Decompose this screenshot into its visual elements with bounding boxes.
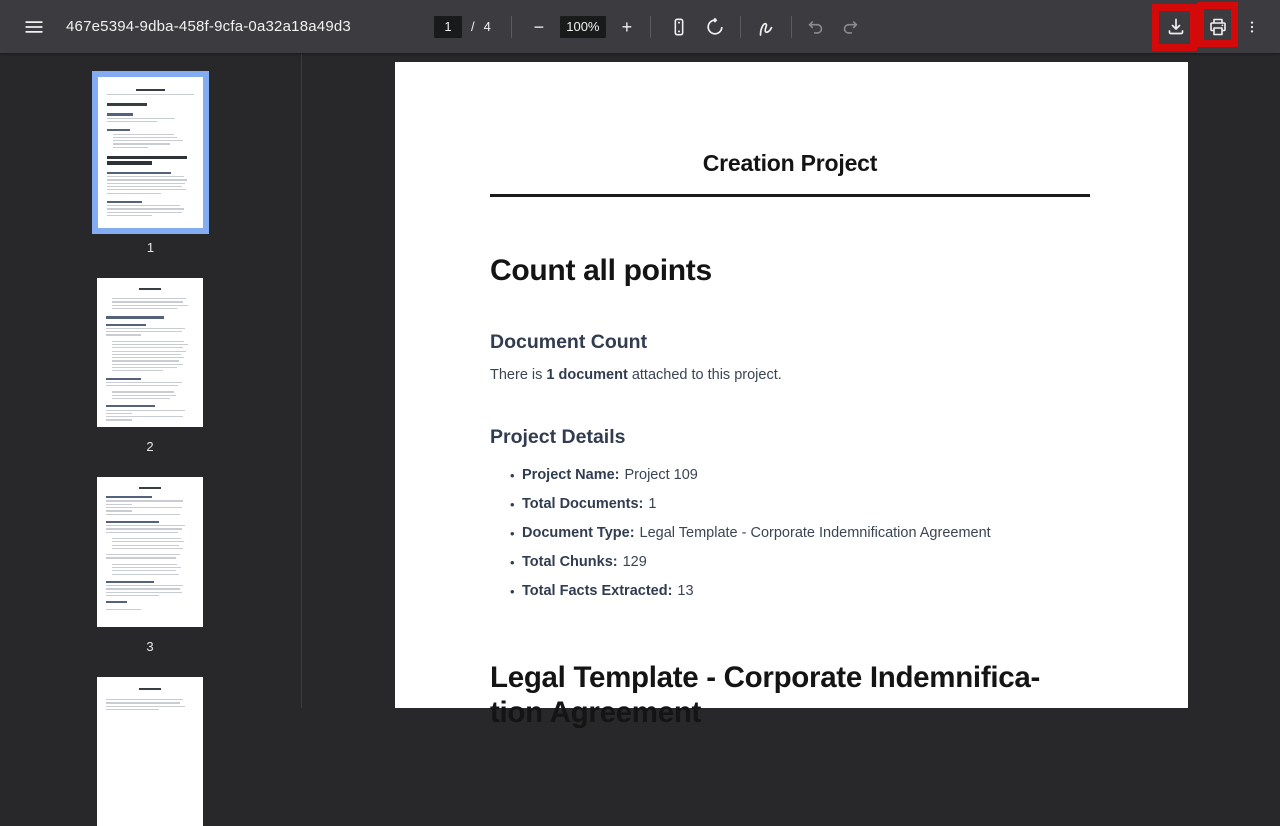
page-thumbnail-3[interactable] [97, 477, 203, 627]
rotate-ccw-icon[interactable] [703, 15, 727, 39]
print-icon[interactable] [1206, 15, 1230, 39]
fit-to-page-icon[interactable] [667, 15, 691, 39]
thumbnail-page-number: 3 [146, 639, 154, 654]
download-icon[interactable] [1164, 15, 1188, 39]
zoom-in-button[interactable]: + [618, 18, 636, 36]
redo-icon[interactable] [838, 15, 862, 39]
annotate-icon[interactable] [754, 15, 778, 39]
divider [510, 15, 512, 38]
zoom-out-button[interactable]: − [530, 18, 548, 36]
thumbnail-page-number: 1 [146, 240, 155, 255]
title-rule [490, 194, 1090, 197]
pdf-page-1: Creation Project Count all points Docume… [395, 62, 1188, 729]
project-details-list: Project Name:Project 109 Total Documents… [490, 467, 1090, 599]
list-item: Total Facts Extracted:13 [510, 583, 1090, 599]
document-count-text: There is 1 document attached to this pro… [490, 366, 782, 383]
document-title: 467e5394-9dba-458f-9cfa-0a32a18a49d3 [66, 18, 351, 35]
legal-template-heading: Legal Template - Corporate Indemnifica- … [490, 660, 1040, 730]
page-count: 4 [483, 19, 491, 34]
menu-icon[interactable] [22, 15, 46, 39]
list-item: Document Type:Legal Template - Corporate… [510, 525, 1090, 541]
list-item: Total Documents:1 [510, 496, 1090, 512]
thumbnail-page-number: 2 [146, 439, 154, 454]
page-number-input[interactable] [434, 15, 462, 38]
page-thumbnail-2[interactable] [97, 278, 203, 427]
viewer-scroll-area[interactable]: Creation Project Count all points Docume… [302, 53, 1280, 729]
page-thumbnail-4[interactable] [97, 677, 203, 826]
page-thumbnail-1[interactable] [92, 71, 209, 234]
project-details-heading: Project Details [490, 425, 626, 448]
list-item: Total Chunks:129 [510, 554, 1090, 570]
divider [649, 15, 651, 38]
more-vertical-icon[interactable] [1244, 15, 1260, 39]
zoom-level[interactable]: 100% [559, 15, 606, 38]
divider [790, 15, 792, 38]
undo-icon[interactable] [804, 15, 828, 39]
page-separator: / [471, 19, 475, 34]
count-heading: Count all points [490, 253, 712, 287]
pdf-toolbar: 467e5394-9dba-458f-9cfa-0a32a18a49d3 / 4… [0, 0, 1280, 53]
divider [739, 15, 741, 38]
thumbnail-panel[interactable]: 1 2 3 [0, 53, 301, 826]
list-item: Project Name:Project 109 [510, 467, 1090, 483]
document-heading: Creation Project [702, 150, 878, 176]
document-count-heading: Document Count [490, 330, 648, 353]
